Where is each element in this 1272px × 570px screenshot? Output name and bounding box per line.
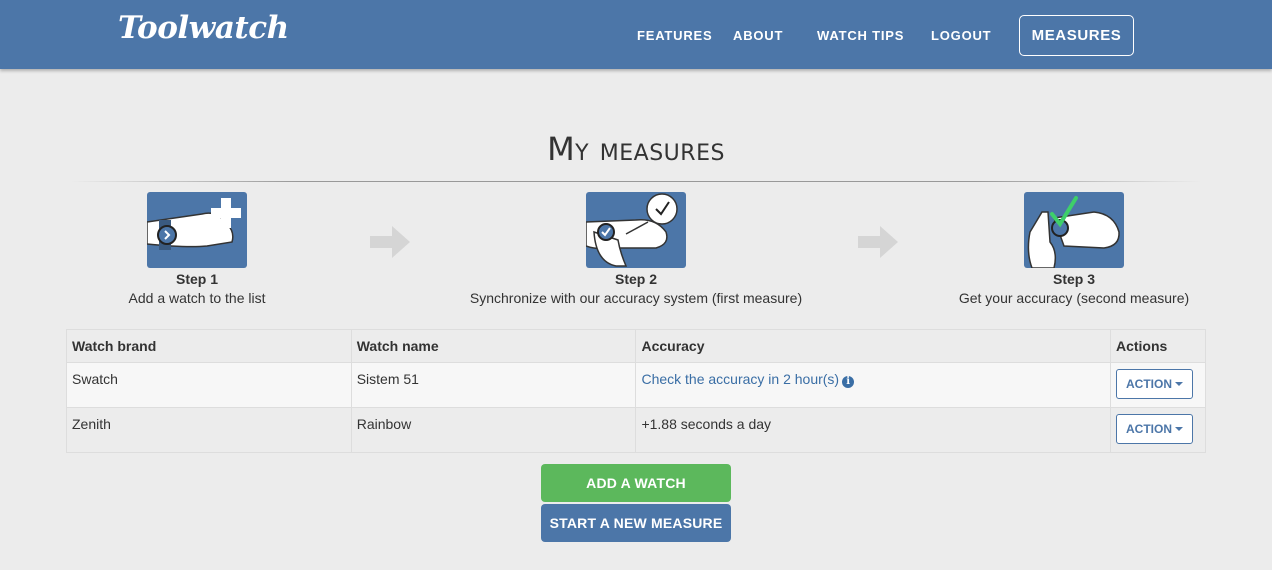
step-2-title: Step 2 <box>614 271 657 287</box>
navbar: Toolwatch FEATURES ABOUT WATCH TIPS LOGO… <box>0 0 1272 69</box>
step-2-description: Synchronize with our accuracy system (fi… <box>469 290 803 306</box>
arrow-right-icon <box>366 218 414 266</box>
cell-accuracy: Check the accuracy in 2 hour(s) i <box>635 362 1111 408</box>
title-divider <box>70 181 1202 182</box>
nav-features[interactable]: FEATURES <box>637 28 713 43</box>
action-label: ACTION <box>1125 422 1172 436</box>
nav-logout[interactable]: LOGOUT <box>931 28 991 43</box>
step-3-description: Get your accuracy (second measure) <box>958 290 1190 306</box>
cell-accuracy: +1.88 seconds a day <box>635 407 1111 453</box>
cell-actions: ACTION <box>1109 407 1207 453</box>
step-1-description: Add a watch to the list <box>128 290 266 306</box>
nav-about[interactable]: ABOUT <box>733 28 783 43</box>
cell-actions: ACTION <box>1109 362 1207 408</box>
check-accuracy-link[interactable]: Check the accuracy in 2 hour(s) <box>641 371 839 387</box>
step-1: Step 1 Add a watch to the list <box>97 192 297 306</box>
watch-sync-icon <box>586 192 686 268</box>
nav-watch-tips[interactable]: WATCH TIPS <box>817 28 904 43</box>
step-3: Step 3 Get your accuracy (second measure… <box>944 192 1204 306</box>
header-watch-name: Watch name <box>350 329 637 363</box>
start-new-measure-button[interactable]: START A NEW MEASURE <box>541 504 731 542</box>
step-2: Step 2 Synchronize with our accuracy sys… <box>436 192 836 306</box>
caret-down-icon <box>1174 382 1183 386</box>
caret-down-icon <box>1174 427 1183 431</box>
arrow-right-icon <box>854 218 902 266</box>
cell-name: Rainbow <box>350 407 637 453</box>
cell-brand: Zenith <box>66 407 352 453</box>
step-3-title: Step 3 <box>1052 271 1095 287</box>
table-row: Zenith Rainbow +1.88 seconds a day ACTIO… <box>66 407 1207 453</box>
action-dropdown-button[interactable]: ACTION <box>1115 369 1193 399</box>
action-dropdown-button[interactable]: ACTION <box>1115 414 1193 444</box>
add-watch-button[interactable]: ADD A WATCH <box>541 464 731 502</box>
cell-name: Sistem 51 <box>350 362 637 408</box>
header-watch-brand: Watch brand <box>66 329 352 363</box>
cell-brand: Swatch <box>66 362 352 408</box>
measures-table: Watch brand Watch name Accuracy Actions … <box>66 329 1207 453</box>
table-row: Swatch Sistem 51 Check the accuracy in 2… <box>66 362 1207 408</box>
page-title: My measures <box>547 130 725 168</box>
nav-measures-button[interactable]: MEASURES <box>1019 15 1134 56</box>
info-icon[interactable]: i <box>842 376 855 388</box>
step-1-title: Step 1 <box>175 271 218 287</box>
watch-check-icon <box>1024 192 1124 268</box>
table-header-row: Watch brand Watch name Accuracy Actions <box>66 329 1207 363</box>
watch-add-icon <box>147 192 247 268</box>
header-accuracy: Accuracy <box>635 329 1111 363</box>
action-label: ACTION <box>1125 377 1172 391</box>
logo[interactable]: Toolwatch <box>118 10 289 46</box>
header-actions: Actions <box>1109 329 1207 363</box>
